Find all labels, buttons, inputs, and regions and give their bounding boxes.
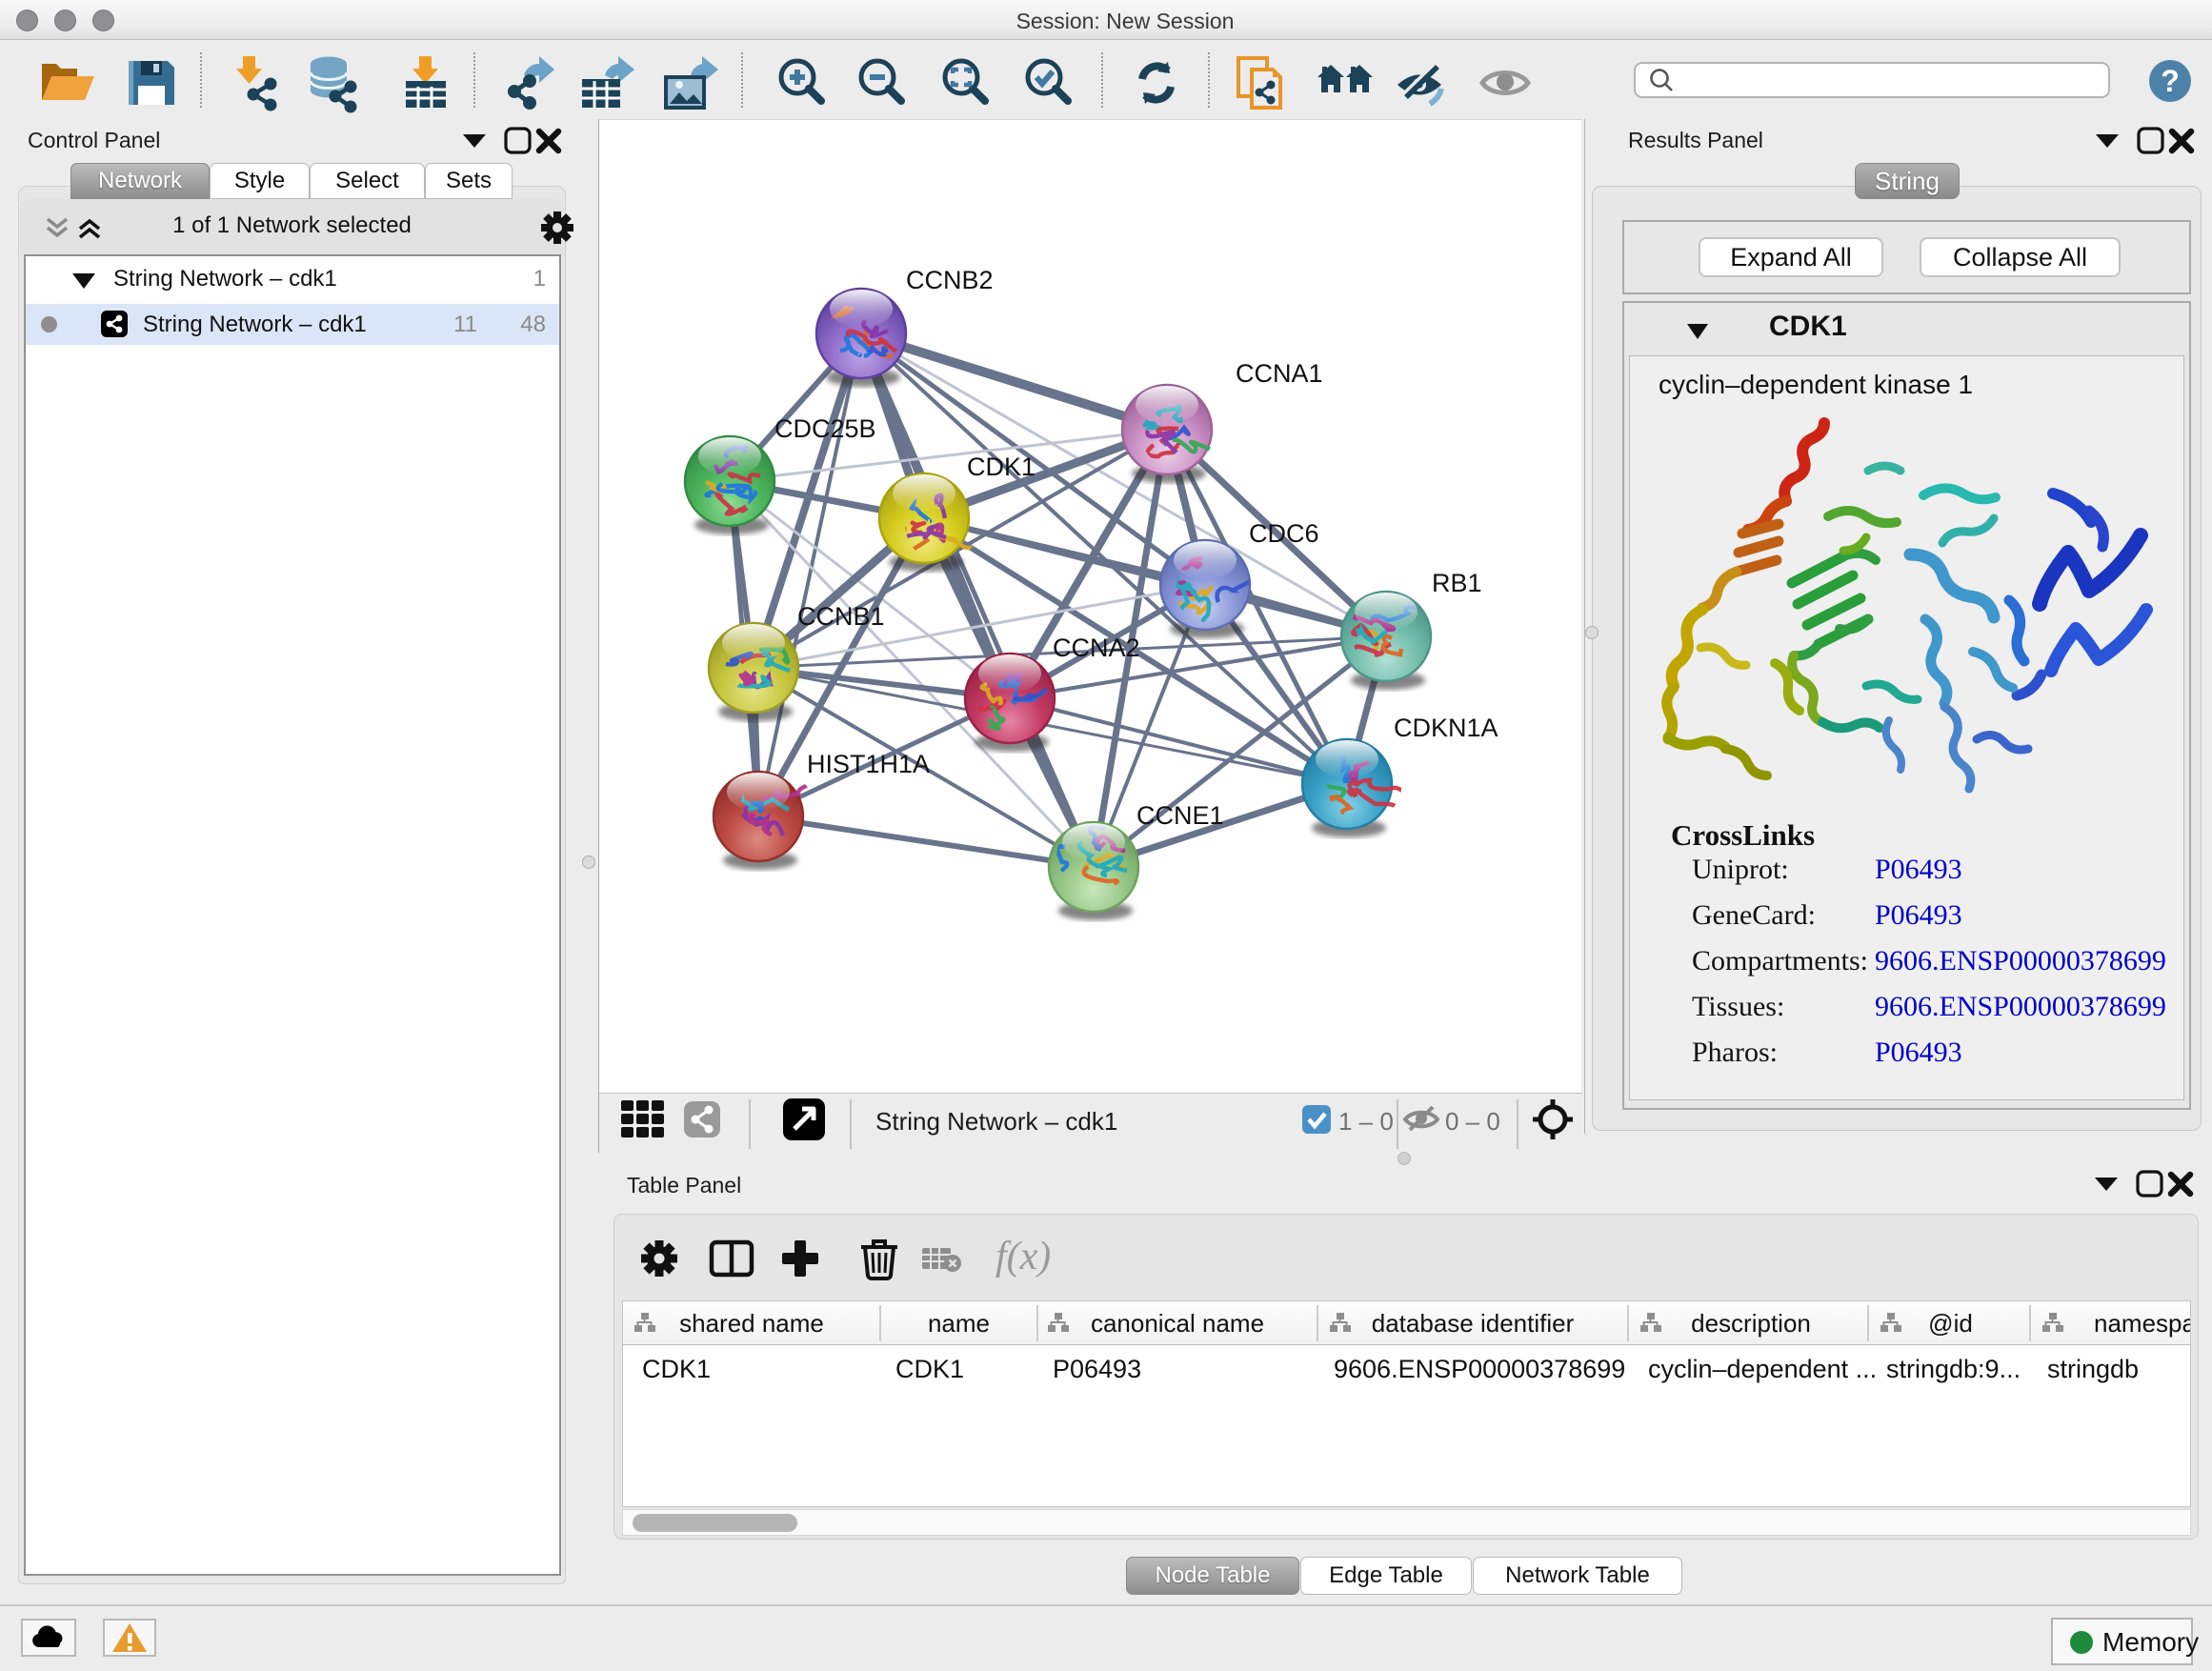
svg-text:CDC25B: CDC25B — [774, 414, 876, 443]
svg-text:CCNA1: CCNA1 — [1236, 359, 1323, 388]
svg-text:CCNB1: CCNB1 — [797, 602, 885, 631]
svg-text:CDK1: CDK1 — [967, 453, 1036, 481]
svg-text:CCNB2: CCNB2 — [906, 266, 994, 294]
svg-text:CCNE1: CCNE1 — [1136, 801, 1224, 830]
svg-text:RB1: RB1 — [1432, 569, 1482, 597]
svg-text:CCNA2: CCNA2 — [1053, 634, 1140, 662]
svg-text:CDKN1A: CDKN1A — [1394, 714, 1498, 742]
svg-text:CDC6: CDC6 — [1249, 519, 1319, 548]
svg-text:HIST1H1A: HIST1H1A — [807, 750, 930, 778]
